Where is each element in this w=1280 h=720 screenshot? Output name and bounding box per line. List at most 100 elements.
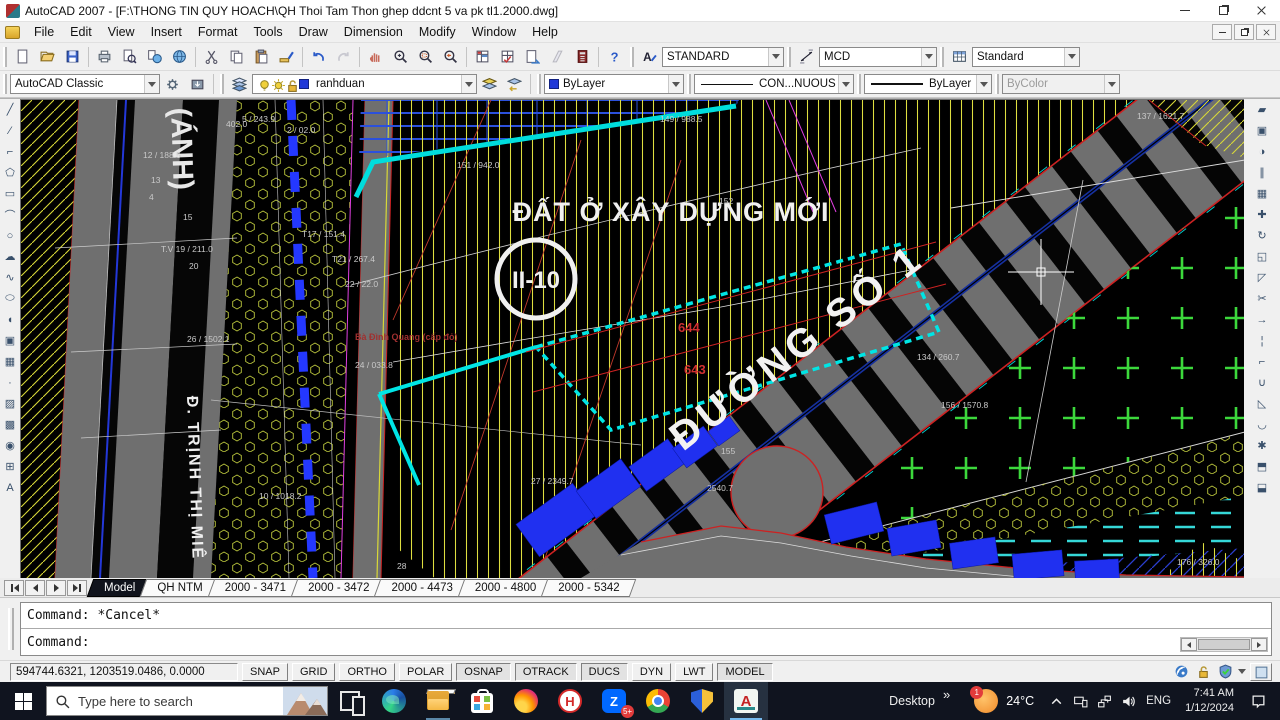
taskbar-file-explorer-icon[interactable]: [416, 682, 460, 720]
layer-properties-button[interactable]: [228, 73, 251, 96]
status-menu-arrow[interactable]: [1238, 669, 1246, 674]
taskbar-antivirus-icon[interactable]: [680, 682, 724, 720]
color-dropdown[interactable]: ByLayer: [544, 74, 684, 94]
tab-first-button[interactable]: [4, 580, 24, 596]
menu-item-dimension[interactable]: Dimension: [336, 23, 411, 41]
draw-hatch-button[interactable]: ▨: [1, 393, 20, 414]
modify-mirror-button[interactable]: ◑: [1253, 141, 1272, 162]
toolbar-grip[interactable]: [630, 47, 634, 67]
draw-arc-button[interactable]: ⌒: [1, 204, 20, 225]
modify-explode-button[interactable]: ✱: [1253, 435, 1272, 456]
workspace-settings-button[interactable]: [161, 73, 184, 96]
layer-dropdown[interactable]: ranhduan: [252, 74, 477, 94]
layout-tab-2000-4473[interactable]: 2000 - 4473: [377, 579, 466, 597]
zoom-window-button[interactable]: [414, 45, 437, 68]
weather-icon[interactable]: 1: [974, 689, 998, 713]
status-toggle-snap[interactable]: SNAP: [242, 663, 288, 681]
markup-set-manager-button[interactable]: [496, 45, 519, 68]
modify-draworder-front-button[interactable]: ⬒: [1253, 456, 1272, 477]
modify-join-button[interactable]: ∪: [1253, 372, 1272, 393]
plot-preview-button[interactable]: [118, 45, 141, 68]
paste-button[interactable]: [250, 45, 273, 68]
toolbar-grip[interactable]: [857, 74, 861, 94]
redo-button[interactable]: [332, 45, 355, 68]
layer-states-button[interactable]: [478, 73, 501, 96]
taskbar-store-icon[interactable]: [460, 682, 504, 720]
tray-devices-icon[interactable]: [1068, 687, 1092, 715]
draw-spline-button[interactable]: ∿: [1, 267, 20, 288]
status-toggle-osnap[interactable]: OSNAP: [456, 663, 511, 681]
open-button[interactable]: [36, 45, 59, 68]
table-style-dropdown[interactable]: Standard: [972, 47, 1080, 67]
plot-button[interactable]: [93, 45, 116, 68]
menu-item-insert[interactable]: Insert: [143, 23, 190, 41]
model-canvas[interactable]: ĐẤT Ở XÂY DỰNG MỚI II-10 ĐƯỜNG SỐ 1 (ÁNH…: [20, 99, 1244, 579]
layout-tab-2000-4800[interactable]: 2000 - 4800: [461, 579, 550, 597]
taskbar-search-input[interactable]: Type here to search: [46, 686, 328, 716]
modify-rotate-button[interactable]: ↻: [1253, 225, 1272, 246]
status-toggle-grid[interactable]: GRID: [292, 663, 336, 681]
tray-volume-icon[interactable]: [1116, 687, 1140, 715]
action-center-icon[interactable]: [1246, 687, 1270, 715]
command-input-line[interactable]: Command:: [21, 629, 1271, 655]
doc-minimize-button[interactable]: [1212, 24, 1232, 40]
draw-table-button[interactable]: ⊞: [1, 456, 20, 477]
modify-array-button[interactable]: ▦: [1253, 183, 1272, 204]
layout-tab-qh-ntm[interactable]: QH NTM: [143, 579, 216, 597]
linetype-dropdown[interactable]: CON...NUOUS: [694, 74, 854, 94]
sheetset-manager-button[interactable]: [471, 45, 494, 68]
draw-make-block-button[interactable]: ▦: [1, 351, 20, 372]
zoom-realtime-button[interactable]: [389, 45, 412, 68]
lineweight-dropdown[interactable]: ByLayer: [864, 74, 992, 94]
status-toggle-ducs[interactable]: DUCS: [581, 663, 628, 681]
menu-item-window[interactable]: Window: [464, 23, 524, 41]
menu-item-modify[interactable]: Modify: [411, 23, 464, 41]
cut-button[interactable]: [200, 45, 223, 68]
tab-next-button[interactable]: [46, 580, 66, 596]
layout-tab-2000-3471[interactable]: 2000 - 3471: [211, 579, 300, 597]
toolbar-grip[interactable]: [537, 74, 541, 94]
draw-revision-cloud-button[interactable]: ☁: [1, 246, 20, 267]
save-workspace-button[interactable]: [186, 73, 209, 96]
draw-ellipse-arc-button[interactable]: ◖: [1, 309, 20, 330]
tray-network-icon[interactable]: [1092, 687, 1116, 715]
new-button[interactable]: [11, 45, 34, 68]
draw-point-button[interactable]: ·: [1, 372, 20, 393]
toolbar-grip[interactable]: [940, 47, 944, 67]
modify-offset-button[interactable]: ∥: [1253, 162, 1272, 183]
toolbar-grip[interactable]: [3, 47, 7, 67]
status-toggle-dyn[interactable]: DYN: [632, 663, 671, 681]
doc-close-button[interactable]: [1256, 24, 1276, 40]
modify-erase-button[interactable]: ▰: [1253, 99, 1272, 120]
status-toggle-lwt[interactable]: LWT: [675, 663, 713, 681]
menu-item-format[interactable]: Format: [190, 23, 246, 41]
workspace-dropdown[interactable]: AutoCAD Classic: [10, 74, 160, 94]
modify-chamfer-button[interactable]: ◺: [1253, 393, 1272, 414]
modify-fillet-button[interactable]: ◡: [1253, 414, 1272, 435]
scroll-right-button[interactable]: [1251, 638, 1267, 651]
communication-center-icon[interactable]: [1172, 663, 1190, 681]
command-hscrollbar[interactable]: [1180, 637, 1268, 652]
draw-circle-button[interactable]: ○: [1, 225, 20, 246]
copy-clip-button[interactable]: [225, 45, 248, 68]
menu-item-draw[interactable]: Draw: [291, 23, 336, 41]
draw-gradient-button[interactable]: ▩: [1, 414, 20, 435]
toolbar-grip[interactable]: [687, 74, 691, 94]
zoom-previous-button[interactable]: [439, 45, 462, 68]
modify-move-button[interactable]: ✚: [1253, 204, 1272, 225]
taskbar-firefox-icon[interactable]: [504, 682, 548, 720]
tab-prev-button[interactable]: [25, 580, 45, 596]
command-window-grip[interactable]: [8, 608, 14, 650]
toolbar-lock-icon[interactable]: [1194, 663, 1212, 681]
toolbar-grip[interactable]: [220, 74, 224, 94]
desktop-toolbar-label[interactable]: Desktop: [889, 694, 935, 708]
text-style-dropdown[interactable]: STANDARD: [662, 47, 784, 67]
modify-draworder-back-button[interactable]: ⬓: [1253, 477, 1272, 498]
task-view-button[interactable]: [328, 682, 372, 720]
pan-button[interactable]: [364, 45, 387, 68]
modify-copy-button[interactable]: ▣: [1253, 120, 1272, 141]
language-indicator[interactable]: ENG: [1146, 695, 1171, 707]
etransmit-button[interactable]: [521, 45, 544, 68]
match-properties-button[interactable]: [275, 45, 298, 68]
scroll-left-button[interactable]: [1181, 638, 1197, 651]
